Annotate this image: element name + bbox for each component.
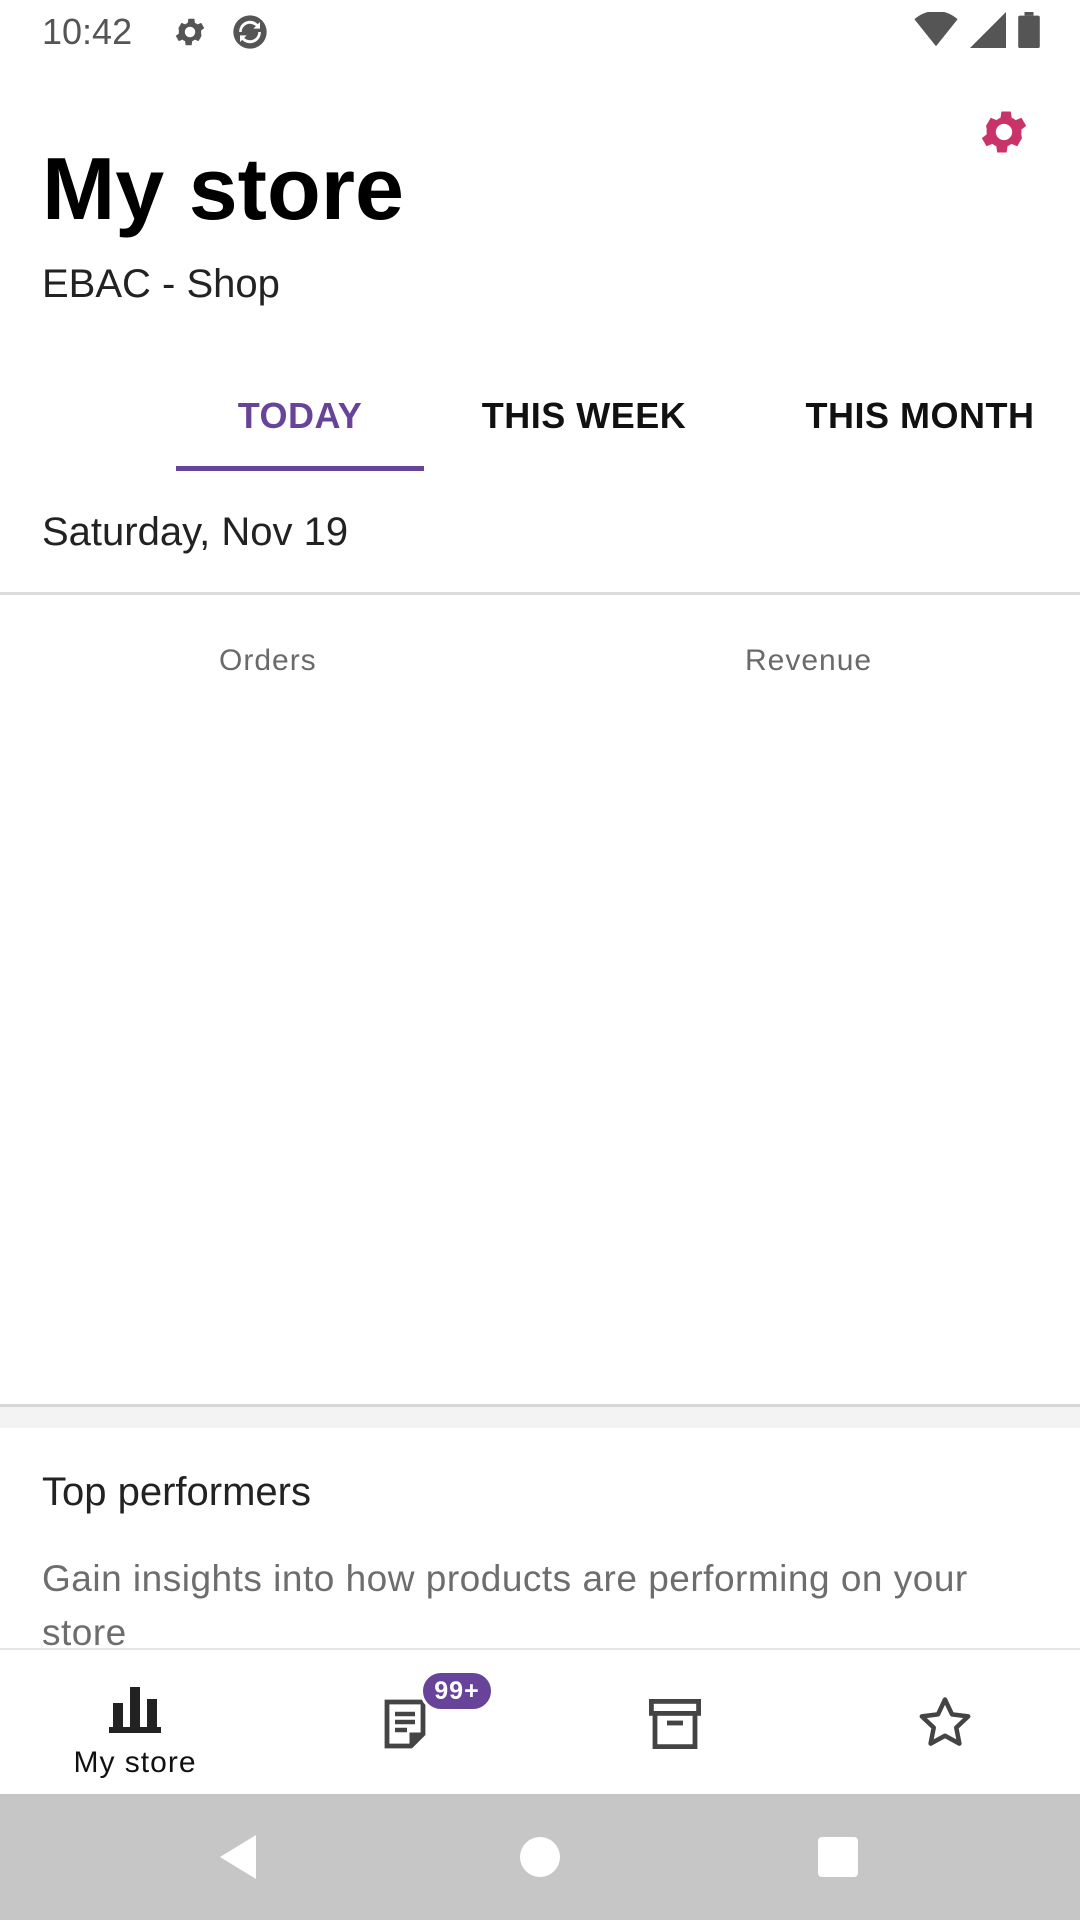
system-navigation-bar: [0, 1794, 1080, 1920]
settings-gear-icon: [976, 104, 1032, 165]
bottom-navigation: My store: [0, 1648, 1080, 1794]
date-label: Saturday, Nov 19: [42, 510, 349, 554]
tab-this-month[interactable]: THIS MONTH: [790, 360, 1050, 472]
tab-this-week[interactable]: THIS WEEK: [464, 360, 704, 472]
tab-today[interactable]: TODAY: [176, 360, 424, 472]
bar-chart-icon: [109, 1678, 161, 1738]
recents-icon[interactable]: [778, 1794, 898, 1920]
orders-badge: 99+: [420, 1670, 494, 1712]
nav-item-products[interactable]: [540, 1650, 810, 1796]
status-right-icons: [914, 10, 1040, 53]
gear-icon: [172, 14, 208, 50]
wifi-icon: [914, 10, 958, 53]
back-icon[interactable]: [178, 1794, 298, 1920]
nav-label-my-store: My store: [73, 1746, 197, 1779]
status-time: 10:42: [42, 11, 133, 52]
top-performers-description: Gain insights into how products are perf…: [42, 1558, 968, 1653]
divider: [0, 592, 1080, 595]
store-name: EBAC - Shop: [42, 262, 280, 306]
nav-item-reviews[interactable]: [810, 1650, 1080, 1796]
nav-item-my-store[interactable]: My store: [0, 1650, 270, 1796]
sync-icon: [230, 12, 270, 52]
signal-icon: [970, 12, 1006, 53]
battery-icon: [1018, 12, 1040, 53]
date-range-tabs: TODAY THIS WEEK THIS MONTH: [0, 360, 1080, 472]
reviews-star-icon: [918, 1692, 972, 1752]
page-title: My store: [42, 139, 404, 238]
orders-label: Orders: [219, 644, 317, 677]
status-bar: 10:42: [0, 0, 1080, 64]
home-icon[interactable]: [480, 1794, 600, 1920]
top-performers-title: Top performers: [42, 1470, 311, 1514]
nav-item-orders[interactable]: [270, 1650, 540, 1796]
section-divider: [0, 1404, 1080, 1428]
tab-indicator: [176, 466, 424, 471]
revenue-label: Revenue: [745, 644, 873, 677]
products-archive-icon: [649, 1694, 701, 1754]
orders-icon: [383, 1694, 427, 1754]
settings-button[interactable]: [974, 104, 1034, 164]
